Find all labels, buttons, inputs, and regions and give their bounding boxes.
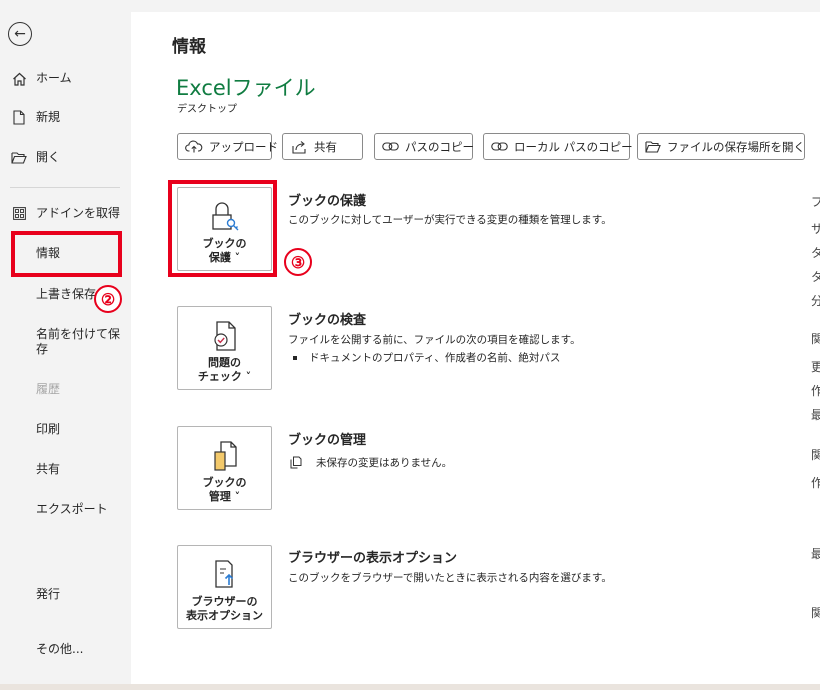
properties-clipped-text: 関	[811, 332, 820, 346]
nav-export-label: エクスポート	[36, 502, 108, 516]
backstage-sidebar: ← ホーム 新規 開く アドインを取得 情報 上書き保存 名前を付けて保存 履歴	[0, 0, 131, 684]
nav-print-label: 印刷	[36, 422, 61, 436]
manage-workbook-button[interactable]: ブックの 管理 ˅	[177, 426, 272, 510]
nav-save-label: 上書き保存	[36, 287, 97, 301]
link-icon	[491, 140, 508, 154]
open-file-location-button[interactable]: ファイルの保存場所を開く	[637, 133, 805, 160]
nav-export[interactable]: エクスポート	[0, 502, 131, 517]
home-icon	[10, 71, 28, 86]
document-copy-icon	[290, 456, 302, 469]
upload-button[interactable]: アップロード	[177, 133, 278, 160]
nav-history-label: 履歴	[36, 382, 61, 396]
protect-highlight-frame	[168, 180, 277, 277]
window-bottom-edge	[0, 684, 820, 690]
inspect-section-desc: ファイルを公開する前に、ファイルの次の項目を確認します。	[288, 334, 581, 346]
back-button[interactable]: ←	[8, 22, 32, 46]
grid-icon	[10, 206, 28, 221]
browser-tile-line2: 表示オプション	[186, 609, 263, 622]
copy-local-path-label: ローカル パスのコピー	[514, 139, 633, 154]
protect-section-title: ブックの保護	[288, 194, 367, 209]
browser-view-options-button[interactable]: ブラウザーの 表示オプション	[177, 545, 272, 629]
properties-clipped-text: 分	[811, 294, 820, 308]
nav-share[interactable]: 共有	[0, 462, 131, 477]
nav-publish-label: 発行	[36, 587, 61, 601]
bullet-icon	[293, 355, 297, 360]
nav-divider	[10, 187, 120, 188]
properties-clipped-text: タ	[811, 246, 820, 260]
nav-share-label: 共有	[36, 462, 61, 476]
nav-home-label: ホーム	[36, 71, 72, 85]
properties-clipped-text: サ	[811, 222, 820, 236]
nav-save-as-label: 名前を付けて保存	[36, 327, 121, 356]
manage-tile-line1: ブックの	[202, 476, 247, 489]
browser-view-icon	[208, 558, 242, 592]
inspect-section-title: ブックの検査	[288, 313, 367, 328]
nav-open[interactable]: 開く	[0, 150, 131, 165]
nav-more[interactable]: その他...	[0, 642, 131, 657]
copy-path-label: パスのコピー	[405, 139, 474, 154]
check-issues-button[interactable]: 問題の チェック ˅	[177, 306, 272, 390]
nav-home[interactable]: ホーム	[0, 71, 131, 86]
manage-status: 未保存の変更はありません。	[290, 455, 452, 470]
properties-clipped-text: 作	[811, 384, 820, 398]
browser-section-title: ブラウザーの表示オプション	[288, 551, 458, 566]
copy-path-button[interactable]: パスのコピー	[374, 133, 474, 160]
browser-tile-line1: ブラウザーの	[191, 595, 258, 608]
file-location: デスクトップ	[177, 104, 237, 115]
properties-clipped-text: 関	[811, 606, 820, 620]
properties-clipped-text: 最	[811, 408, 820, 422]
share-button[interactable]: 共有	[282, 133, 363, 160]
open-folder-icon	[10, 150, 28, 165]
inspect-bullet-text: ドキュメントのプロパティ、作成者の名前、絶対パス	[309, 352, 561, 364]
nav-new[interactable]: 新規	[0, 110, 131, 125]
open-file-location-label: ファイルの保存場所を開く	[667, 139, 805, 154]
info-highlight-frame	[11, 231, 122, 277]
nav-get-addins-label: アドインを取得	[36, 206, 121, 220]
link-icon	[382, 140, 399, 154]
properties-clipped-text: 更	[811, 360, 820, 374]
properties-clipped-text: 最	[811, 547, 820, 561]
info-panel: 情報 Excelファイル デスクトップ アップロード 共有 パスのコピー ローカ…	[131, 12, 820, 684]
new-document-icon	[10, 110, 28, 125]
folder-icon	[645, 140, 661, 154]
nav-open-label: 開く	[36, 150, 61, 164]
copy-local-path-button[interactable]: ローカル パスのコピー	[483, 133, 633, 160]
inspect-tile-line2: チェック ˅	[197, 370, 252, 383]
properties-clipped-text: タ	[811, 270, 820, 284]
properties-clipped-text: 作	[811, 476, 820, 490]
nav-more-label: その他...	[36, 642, 84, 656]
nav-get-addins[interactable]: アドインを取得	[0, 206, 131, 221]
nav-print[interactable]: 印刷	[0, 422, 131, 437]
file-title: Excelファイル	[176, 76, 316, 100]
step-badge-3: ③	[284, 248, 312, 276]
protect-section-desc: このブックに対してユーザーが実行できる変更の種類を管理します。	[288, 214, 612, 226]
inspect-bullet: ドキュメントのプロパティ、作成者の名前、絶対パス	[293, 350, 560, 365]
nav-new-label: 新規	[36, 110, 61, 124]
inspect-tile-line1: 問題の	[208, 356, 241, 369]
nav-publish[interactable]: 発行	[0, 587, 131, 602]
nav-history: 履歴	[0, 382, 131, 397]
manage-tile-line2: 管理 ˅	[208, 490, 241, 503]
manage-status-text: 未保存の変更はありません。	[316, 457, 453, 469]
arrow-left-circle-icon: ←	[14, 26, 26, 42]
cloud-upload-icon	[185, 140, 203, 154]
properties-clipped-text: 関	[811, 448, 820, 462]
page-title: 情報	[172, 37, 206, 57]
upload-label: アップロード	[209, 139, 278, 154]
properties-clipped-text: プ	[811, 195, 820, 209]
manage-section-title: ブックの管理	[288, 433, 367, 448]
browser-section-desc: このブックをブラウザーで開いたときに表示される内容を選びます。	[288, 572, 612, 584]
share-icon	[290, 140, 308, 154]
step-badge-2: ②	[94, 285, 122, 313]
share-label: 共有	[314, 139, 337, 154]
nav-save-as[interactable]: 名前を付けて保存	[0, 327, 131, 357]
document-check-icon	[208, 319, 242, 353]
document-manage-icon	[208, 439, 242, 473]
